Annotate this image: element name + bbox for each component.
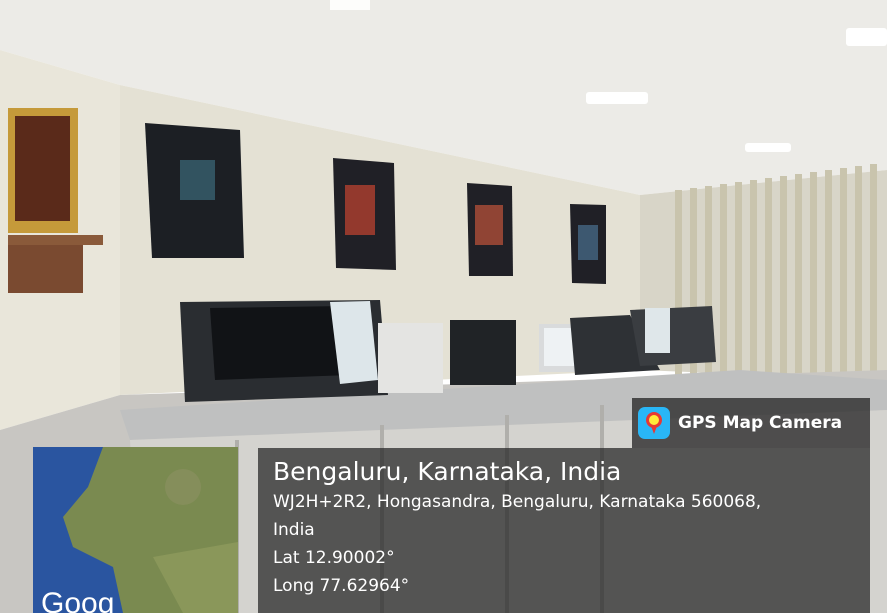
app-badge: GPS Map Camera	[632, 398, 870, 448]
location-title: Bengaluru, Karnataka, India	[273, 457, 622, 486]
photo-stage: Goog GPS Map Camera Bengaluru, Karnataka…	[0, 0, 887, 613]
latitude-text: Lat 12.90002°	[273, 548, 395, 568]
location-info-panel: Bengaluru, Karnataka, India WJ2H+2R2, Ho…	[258, 448, 870, 613]
address-line-1: WJ2H+2R2, Hongasandra, Bengaluru, Karnat…	[273, 492, 762, 512]
map-thumbnail: Goog	[33, 447, 238, 613]
app-badge-label: GPS Map Camera	[678, 413, 843, 433]
longitude-text: Long 77.62964°	[273, 576, 410, 596]
map-pin-icon	[638, 407, 670, 439]
map-watermark: Goog	[41, 587, 115, 613]
address-line-2: India	[273, 520, 315, 540]
